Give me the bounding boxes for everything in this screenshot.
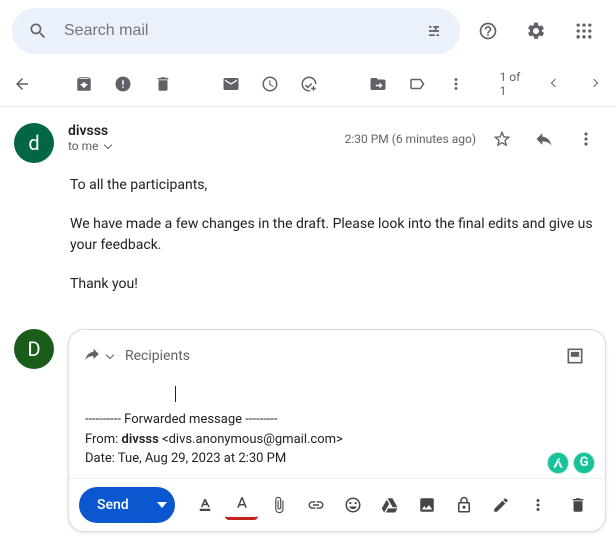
email-body: To all the participants, We have made a … [0, 169, 616, 329]
sender-name: divsss [68, 123, 108, 139]
send-options-dropdown[interactable] [147, 500, 175, 510]
insert-link-icon[interactable] [299, 488, 332, 522]
move-to-button[interactable] [366, 68, 389, 100]
grammarly-widget[interactable]: G [547, 452, 595, 474]
fwd-from-email: <divs.anonymous@gmail.com> [159, 432, 343, 447]
send-button[interactable]: Send [79, 487, 175, 523]
confidential-mode-icon[interactable] [447, 488, 480, 522]
insert-photo-icon[interactable] [410, 488, 443, 522]
grammarly-icon[interactable]: G [573, 452, 595, 474]
insert-drive-icon[interactable] [373, 488, 406, 522]
next-button[interactable] [583, 68, 606, 100]
sender-avatar: d [14, 123, 54, 163]
fwd-from-label: From: [85, 432, 122, 447]
reply-type-dropdown-icon[interactable] [107, 348, 113, 364]
mark-unread-button[interactable] [219, 68, 242, 100]
help-icon[interactable] [468, 11, 508, 51]
timestamp: 2:30 PM (6 minutes ago) [345, 132, 476, 146]
search-icon [22, 15, 54, 47]
fwd-date: Date: Tue, Aug 29, 2023 at 2:30 PM [85, 449, 589, 469]
labels-button[interactable] [405, 68, 428, 100]
fwd-separator: ---------- Forwarded message --------- [85, 410, 589, 430]
prev-button[interactable] [544, 68, 567, 100]
forward-type-icon[interactable] [83, 345, 101, 367]
message-more-button[interactable] [570, 123, 602, 155]
add-task-button[interactable] [298, 68, 321, 100]
insert-emoji-icon[interactable] [336, 488, 369, 522]
discard-draft-icon[interactable] [562, 488, 595, 522]
apps-grid-icon[interactable] [564, 11, 604, 51]
search-options-icon[interactable] [418, 15, 450, 47]
archive-button[interactable] [72, 68, 95, 100]
my-avatar: D [14, 329, 54, 369]
settings-gear-icon[interactable] [516, 11, 556, 51]
text-color-icon[interactable] [225, 490, 258, 520]
insert-signature-icon[interactable] [484, 488, 517, 522]
compose-more-icon[interactable] [521, 488, 554, 522]
fwd-from-name: divsss [122, 432, 159, 447]
message-count: 1 of 1 [500, 70, 522, 98]
popout-button[interactable] [559, 340, 591, 372]
report-spam-button[interactable] [112, 68, 135, 100]
recipients-field[interactable]: Recipients [125, 348, 190, 364]
formatting-options-icon[interactable] [188, 488, 221, 522]
compose-body[interactable]: ---------- Forwarded message --------- F… [69, 378, 605, 478]
delete-button[interactable] [151, 68, 174, 100]
attach-file-icon[interactable] [262, 488, 295, 522]
search-input[interactable] [64, 22, 408, 40]
star-button[interactable] [486, 123, 518, 155]
search-bar[interactable] [12, 8, 460, 54]
text-cursor [175, 386, 176, 402]
more-button[interactable] [444, 68, 467, 100]
back-button[interactable] [10, 68, 33, 100]
recipient-dropdown[interactable]: to me [68, 139, 331, 153]
snooze-button[interactable] [258, 68, 281, 100]
to-label: to me [68, 139, 99, 153]
compose-card: Recipients ---------- Forwarded message … [68, 329, 606, 532]
reply-button[interactable] [528, 123, 560, 155]
grammarly-tone-icon[interactable] [547, 452, 569, 474]
